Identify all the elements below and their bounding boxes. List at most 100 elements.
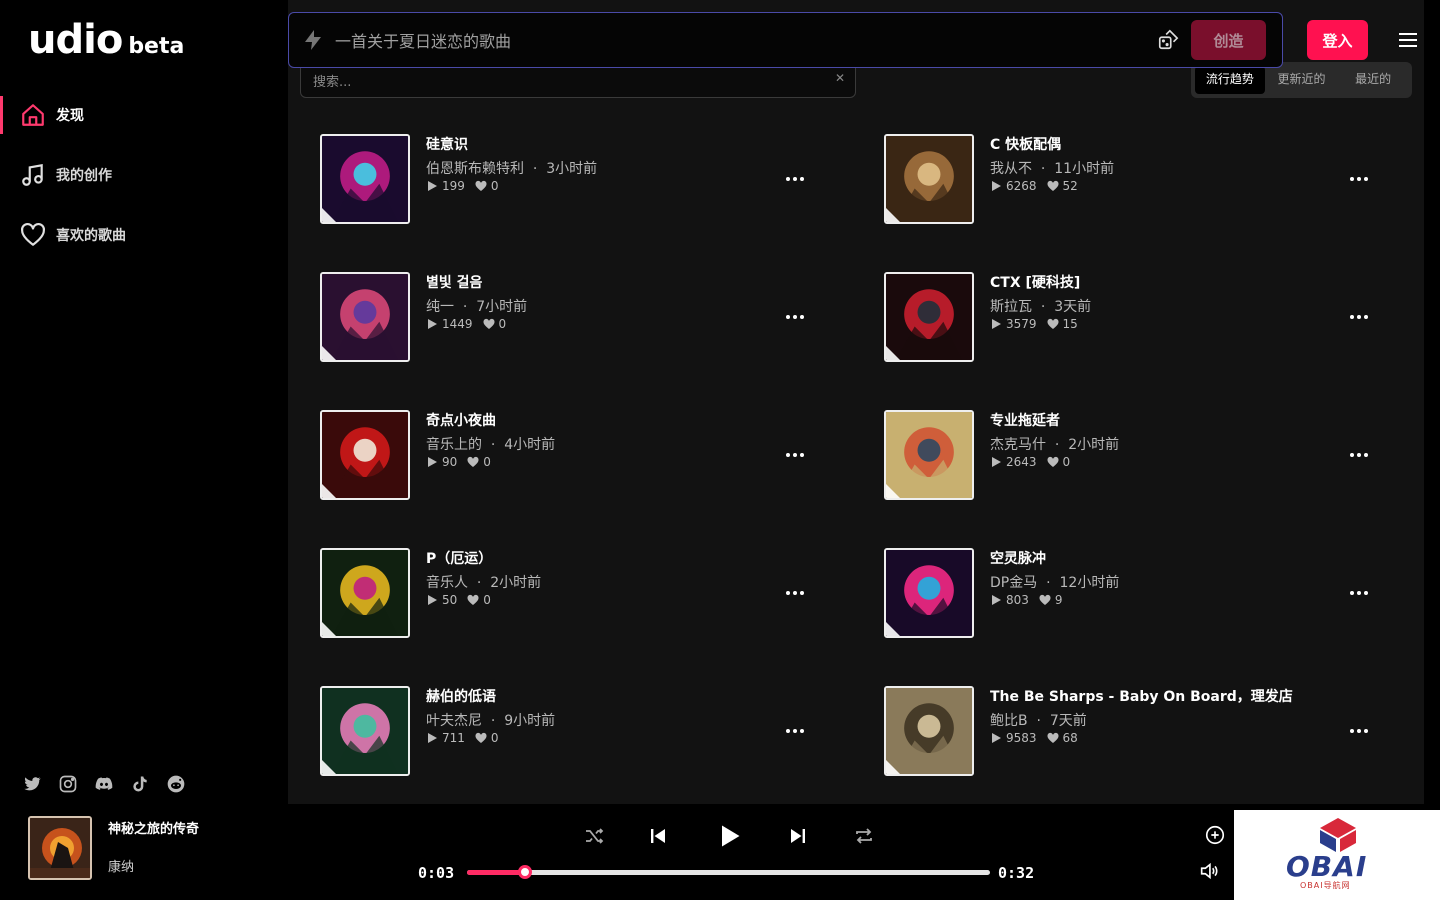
previous-track-icon[interactable] (646, 824, 670, 848)
progress-handle[interactable] (517, 865, 532, 879)
more-options-icon[interactable] (786, 446, 806, 462)
song-cover[interactable] (884, 410, 974, 500)
play-count-icon (428, 319, 437, 329)
udio-logo[interactable]: udio beta (28, 18, 184, 62)
more-options-icon[interactable] (786, 722, 806, 738)
now-playing-title[interactable]: 神秘之旅的传奇 (108, 818, 199, 837)
song-age: 9小时前 (504, 713, 556, 729)
song-cover[interactable] (320, 548, 410, 638)
song-title[interactable]: The Be Sharps - Baby On Board，理发店 (990, 686, 1293, 706)
song-card[interactable]: 赫伯的低语 叶夫杰尼 · 9小时前 711 0 (320, 686, 830, 778)
song-cover[interactable] (884, 548, 974, 638)
like-count-icon (467, 594, 479, 605)
play-count-icon (428, 457, 437, 467)
play-icon[interactable] (715, 822, 743, 850)
song-cover[interactable] (320, 272, 410, 362)
song-card[interactable]: CTX [硬科技] 斯拉瓦 · 3天前 3579 15 (884, 272, 1394, 364)
song-card[interactable]: 奇点小夜曲 音乐上的 · 4小时前 90 0 (320, 410, 830, 502)
play-count-icon (992, 181, 1001, 191)
song-card[interactable]: 별빛 걸음 纯一 · 7小时前 1449 0 (320, 272, 830, 364)
more-options-icon[interactable] (1350, 170, 1370, 186)
home-icon (22, 104, 44, 126)
song-artist-age: 我从不 · 11小时前 (990, 158, 1114, 178)
song-title[interactable]: 专业拖延者 (990, 410, 1060, 430)
song-artist[interactable]: 叶夫杰尼 (426, 713, 482, 729)
player-bar: 神秘之旅的传奇 康纳 0:03 0:32 OBAI OBAI导航网 (0, 804, 1440, 900)
hamburger-menu-icon[interactable] (1396, 28, 1420, 52)
song-card[interactable]: 专业拖延者 杰克马什 · 2小时前 2643 0 (884, 410, 1394, 502)
song-artist[interactable]: 鲍比B (990, 713, 1028, 729)
song-title[interactable]: 별빛 걸음 (426, 272, 482, 292)
song-cover[interactable] (320, 686, 410, 776)
song-title[interactable]: 赫伯的低语 (426, 686, 496, 706)
progress-slider[interactable] (467, 865, 990, 879)
shuffle-icon[interactable] (582, 824, 606, 848)
sidebar-item-discover[interactable]: 发现 (0, 90, 288, 140)
more-options-icon[interactable] (1350, 446, 1370, 462)
create-button[interactable]: 创造 (1191, 20, 1266, 60)
login-button[interactable]: 登入 (1307, 20, 1368, 60)
song-cover[interactable] (884, 686, 974, 776)
volume-icon[interactable] (1198, 860, 1220, 882)
progress-fill (467, 870, 525, 875)
song-cover[interactable] (320, 134, 410, 224)
song-artist-age: 鲍比B · 7天前 (990, 710, 1087, 730)
song-title[interactable]: 硅意识 (426, 134, 468, 154)
song-cover[interactable] (320, 410, 410, 500)
discord-icon[interactable] (94, 774, 114, 794)
song-artist[interactable]: DP金马 (990, 575, 1037, 591)
song-card[interactable]: P（厄运） 音乐人 · 2小时前 50 0 (320, 548, 830, 640)
song-card[interactable]: 空灵脉冲 DP金马 · 12小时前 803 9 (884, 548, 1394, 640)
like-count-icon (1047, 732, 1059, 743)
instagram-icon[interactable] (58, 774, 78, 794)
more-options-icon[interactable] (786, 170, 806, 186)
like-count: 52 (1062, 179, 1078, 193)
song-title[interactable]: CTX [硬科技] (990, 272, 1080, 292)
song-artist[interactable]: 伯恩斯布赖特利 (426, 161, 524, 177)
song-cover[interactable] (884, 134, 974, 224)
song-artist[interactable]: 斯拉瓦 (990, 299, 1032, 315)
prompt-bar[interactable]: 一首关于夏日迷恋的歌曲 创造 (288, 12, 1283, 68)
sidebar-item-my-creations[interactable]: 我的创作 (0, 150, 288, 200)
play-count: 90 (442, 455, 458, 469)
prompt-input[interactable]: 一首关于夏日迷恋的歌曲 (335, 28, 1157, 52)
now-playing-artist[interactable]: 康纳 (108, 856, 134, 875)
song-artist[interactable]: 我从不 (990, 161, 1032, 177)
sidebar-item-liked-songs[interactable]: 喜欢的歌曲 (0, 210, 288, 260)
reddit-icon[interactable] (166, 774, 186, 794)
song-cover[interactable] (884, 272, 974, 362)
more-options-icon[interactable] (786, 308, 806, 324)
song-title[interactable]: C 快板配偶 (990, 134, 1061, 154)
song-stats: 2643 0 (990, 455, 1070, 469)
clear-search-icon[interactable]: ✕ (835, 71, 845, 85)
song-artist[interactable]: 音乐人 (426, 575, 468, 591)
play-count-icon (428, 595, 437, 605)
tab-latest[interactable]: 最近的 (1338, 66, 1408, 94)
song-card[interactable]: 硅意识 伯恩斯布赖特利 · 3小时前 199 0 (320, 134, 830, 226)
dice-icon[interactable] (1157, 29, 1179, 51)
song-title[interactable]: 奇点小夜曲 (426, 410, 496, 430)
song-artist[interactable]: 音乐上的 (426, 437, 482, 453)
tiktok-icon[interactable] (130, 774, 150, 794)
twitter-icon[interactable] (22, 774, 42, 794)
tab-trending[interactable]: 流行趋势 (1195, 66, 1265, 94)
more-options-icon[interactable] (786, 584, 806, 600)
add-circle-icon[interactable] (1204, 824, 1226, 846)
now-playing-cover[interactable] (28, 816, 92, 880)
tab-recent-updates[interactable]: 更新近的 (1267, 66, 1337, 94)
corner-triangle-icon (886, 760, 900, 774)
separator-dot: · (1027, 713, 1050, 729)
next-track-icon[interactable] (786, 824, 810, 848)
corner-triangle-icon (322, 760, 336, 774)
more-options-icon[interactable] (1350, 308, 1370, 324)
like-count-icon (475, 180, 487, 191)
song-title[interactable]: P（厄运） (426, 548, 492, 568)
song-card[interactable]: The Be Sharps - Baby On Board，理发店 鲍比B · 7… (884, 686, 1394, 778)
repeat-icon[interactable] (852, 824, 876, 848)
more-options-icon[interactable] (1350, 584, 1370, 600)
song-card[interactable]: C 快板配偶 我从不 · 11小时前 6268 52 (884, 134, 1394, 226)
song-artist[interactable]: 杰克马什 (990, 437, 1046, 453)
song-title[interactable]: 空灵脉冲 (990, 548, 1046, 568)
more-options-icon[interactable] (1350, 722, 1370, 738)
song-artist[interactable]: 纯一 (426, 299, 454, 315)
